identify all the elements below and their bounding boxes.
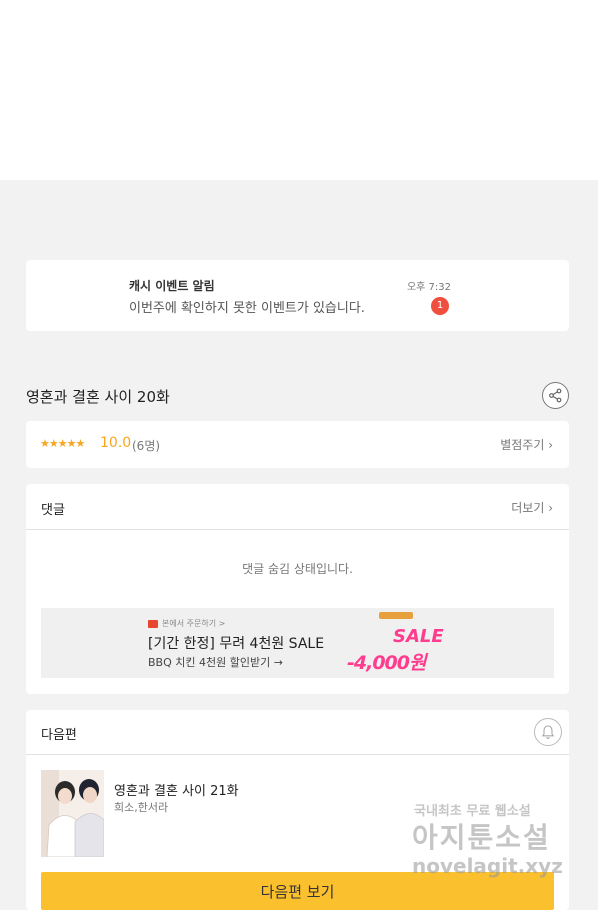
rating-score: 10.0 — [100, 435, 132, 451]
notification-message: 이번주에 확인하지 못한 이벤트가 있습니다. — [129, 301, 365, 316]
comments-hidden-message: 댓글 숨김 상태입니다. — [242, 562, 353, 576]
bell-icon — [541, 725, 555, 739]
watermark-line2: 아지툰소설 — [412, 821, 551, 854]
ad-discount-text: -4,000원 — [347, 652, 426, 674]
watermark: 국내최초 무료 웹소설 아지툰소설 novelagit.xyz — [410, 800, 580, 890]
rating-stars: ★★★★★ — [40, 437, 85, 450]
divider — [26, 529, 569, 530]
episode-title: 영혼과 결혼 사이 20화 — [26, 388, 170, 406]
content-top-area — [0, 0, 598, 180]
comments-title: 댓글 — [41, 503, 65, 518]
share-button[interactable] — [542, 382, 569, 409]
notification-time: 오후 7:32 — [406, 282, 451, 293]
ad-headline: [기간 한정] 무려 4천원 SALE — [148, 636, 325, 652]
ad-banner[interactable]: 본에서 주문하기 > [기간 한정] 무려 4천원 SALE BBQ 치킨 4천… — [41, 608, 554, 678]
rate-button[interactable]: 별점주기 › — [500, 436, 553, 453]
notification-card[interactable]: 캐시 이벤트 알림 이번주에 확인하지 못한 이벤트가 있습니다. 오후 7:3… — [26, 260, 569, 331]
notify-button[interactable] — [534, 718, 562, 746]
next-episode-title: 영혼과 결혼 사이 21화 — [114, 784, 239, 799]
comments-card: 댓글 더보기 › 댓글 숨김 상태입니다. 본에서 주문하기 > [기간 한정]… — [26, 484, 569, 694]
notification-title: 캐시 이벤트 알림 — [129, 279, 215, 293]
ad-brand-logo-icon — [379, 612, 413, 619]
ad-subline: BBQ 치킨 4천원 할인받기 → — [148, 656, 283, 669]
ad-logo-icon — [148, 620, 158, 628]
ad-sale-text: SALE — [393, 626, 444, 647]
divider — [26, 754, 569, 755]
notification-badge: 1 — [431, 297, 449, 315]
rating-count: (6명) — [132, 439, 161, 453]
ad-source: 본에서 주문하기 > — [162, 619, 226, 628]
next-episode-thumbnail[interactable] — [41, 770, 104, 857]
next-episode-authors: 희소,한서라 — [114, 801, 169, 814]
comments-more-link[interactable]: 더보기 › — [511, 499, 553, 516]
rating-card: ★★★★★ 10.0 (6명) 별점주기 › — [26, 421, 569, 468]
next-episode-section-title: 다음편 — [41, 728, 77, 743]
watermark-line3: novelagit.xyz — [412, 854, 563, 878]
share-icon — [549, 388, 562, 403]
